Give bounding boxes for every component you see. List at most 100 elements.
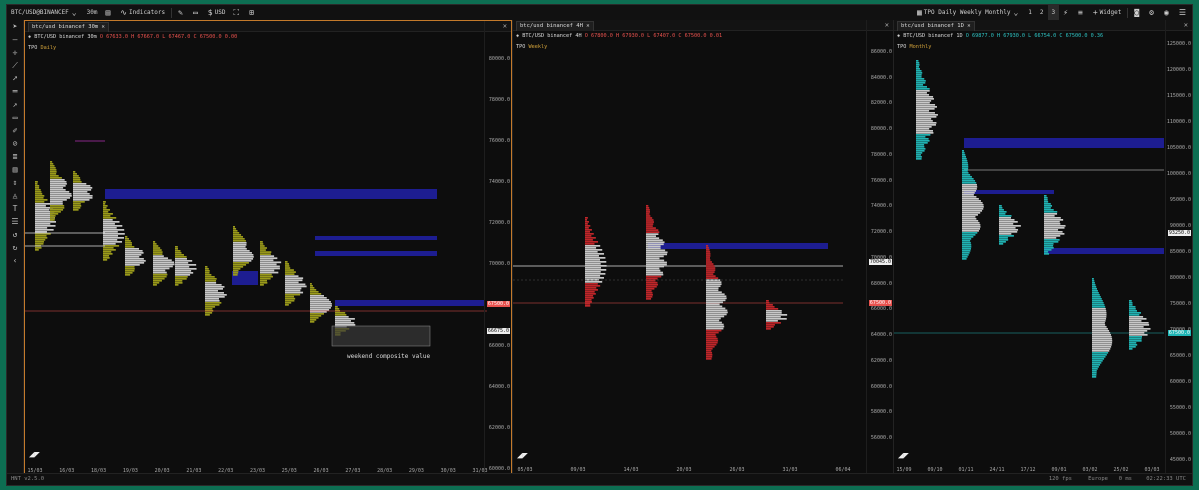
tpo-profile-row [233,274,238,276]
tpo-profile-row [125,252,144,254]
widget-button[interactable]: + Widget [1089,5,1126,20]
chart-panel-30m[interactable]: btc/usd binancef 30m ✕ ✕ ◈ BTC/USD binan… [24,20,512,475]
tpo-profile-row [153,241,156,243]
indicators-button[interactable]: ∿ Indicators [116,5,169,20]
tpo-profile-row [1129,340,1142,342]
chart-type-button[interactable]: ▤ [101,5,116,20]
price-axis[interactable]: 80000.0 78000.0 76000.0 74000.0 72000.0 70000… [484,21,511,474]
text-tool[interactable]: T [7,202,23,215]
price-axis[interactable]: 125000.0 120000.0 115000.0 110000.0 105000.0… [1165,20,1192,475]
tpo-profile-row [766,302,770,304]
screenshot-button[interactable]: ⊞ [245,5,260,20]
price-axis[interactable]: 86000.0 84000.0 82000.0 80000.0 78000.0 76000… [866,20,893,475]
chart-panel-1d[interactable]: btc/usd binancef 1D ✕ ✕ ◈ BTC/USD binanc… [893,20,1192,475]
chart-canvas-4h[interactable] [513,20,893,475]
tpo-profile-row [585,291,595,293]
chart-canvas-1d[interactable] [894,20,1192,475]
cursor-tool[interactable]: ➤ [7,20,23,33]
currency-button[interactable]: $ USD [204,5,230,20]
ray-tool[interactable]: ➚ [7,72,23,85]
tpo-profile-row [1044,213,1058,215]
collapse-toolbar-button[interactable]: ‹ [7,254,23,267]
tpo-profile-row [35,229,54,231]
tpo-profile-row [233,260,252,262]
tpo-profile-row [962,246,972,248]
tpo-profile-row [646,207,650,209]
brush-tool[interactable]: ✐ [7,124,23,137]
fullscreen-button[interactable]: ⛶ [229,5,245,20]
tpo-profile-row [233,250,250,252]
chart-panel-4h[interactable]: btc/usd binancef 4H ✕ ✕ ◈ BTC/USD binanc… [512,20,893,475]
tpo-profile-row [1092,330,1110,332]
tpo-profile-row [103,205,108,207]
tpo-profile-row [233,242,247,244]
tpo-profile-row [50,179,65,181]
arrow-tool[interactable]: ↗ [7,98,23,111]
page-3-button[interactable]: 3 [1047,5,1060,20]
redo-tool[interactable]: ↻ [7,241,23,254]
tpo-profile-row [103,215,111,217]
menu-button[interactable]: ☰ [1175,5,1192,20]
crosshair-tool[interactable]: ✛ [7,46,23,59]
volume-profile-tool[interactable]: ▥ [7,163,23,176]
horizontal-line-tool[interactable]: — [7,33,23,46]
tpo-profile-row [962,170,968,172]
tpo-profile-row [1044,253,1050,255]
price-tick-label: 58000.0 [870,409,892,416]
widget-label: Widget [1099,9,1122,16]
tpo-profile-row [310,295,324,297]
alert-button[interactable]: ⚡ [1059,5,1074,20]
tpo-profile-row [233,270,239,272]
trendline-tool[interactable]: ⟋ [7,59,23,72]
price-range-tool[interactable]: ⇕ [7,176,23,189]
draw-button[interactable]: ✎ [174,5,189,20]
tpo-profile-row [175,282,183,284]
tpo-profile-row [646,209,650,211]
version-label: HNT v2.5.0 [11,476,45,482]
tpo-profile-row [73,193,90,195]
chevron-left-icon: ‹ [12,256,18,265]
layers-tool[interactable]: ☰ [7,215,23,228]
fib-tool[interactable]: ≣ [7,150,23,163]
symbol-selector[interactable]: BTC/USD@BINANCEF ⌄ [7,5,83,20]
tpo-profile-row [73,175,79,177]
measure-tool[interactable]: ◬ [7,189,23,202]
tpo-profile-row [153,265,173,268]
layout-selector[interactable]: ▦ TPO Daily Weekly Monthly ⌄ [913,5,1024,20]
interval-selector[interactable]: 30m [83,5,102,20]
page-2-button[interactable]: 2 [1036,5,1048,20]
tpo-profile-row [916,126,932,128]
settings-button[interactable]: ⚙ [1145,5,1160,20]
ruler-tool[interactable]: ⊘ [7,137,23,150]
tpo-profile-row [103,237,125,239]
tpo-profile-row [125,250,143,252]
camera-button[interactable]: ◙ [1130,5,1145,20]
tpo-profile-row [1044,239,1060,241]
tpo-profile-row [233,258,254,260]
tpo-profile-row [50,161,53,163]
tpo-profile-row [1092,368,1098,370]
tpo-profile-row [35,205,46,207]
parallel-channel-tool[interactable]: ═ [7,85,23,98]
rectangle-tool[interactable]: ▭ [7,111,23,124]
price-tick-label: 65000.0 [1169,353,1191,359]
tpo-profile-row [916,124,936,126]
tpo-profile-row [706,263,714,265]
tpo-profile-row [585,271,601,273]
tpo-profile-row [916,140,930,142]
tpo-profile-row [103,227,117,229]
account-button[interactable]: ◉ [1160,5,1175,20]
weekend-composite-label: weekend composite value [347,353,430,360]
settings-toggle-button[interactable]: ≡ [1074,5,1089,20]
page-1-button[interactable]: 1 [1024,5,1036,20]
region-selector[interactable]: Europe [1088,476,1108,482]
tpo-profile-row [962,196,977,198]
undo-tool[interactable]: ↺ [7,228,23,241]
tpo-profile-row [766,326,774,328]
folder-button[interactable]: ▭ [189,5,204,20]
tpo-profile-row [233,256,254,258]
tpo-profile-row [35,223,51,225]
chart-canvas-30m[interactable]: weekend composite value [25,21,512,475]
tpo-profile-row [706,317,721,320]
tpo-profile-row [50,217,55,219]
